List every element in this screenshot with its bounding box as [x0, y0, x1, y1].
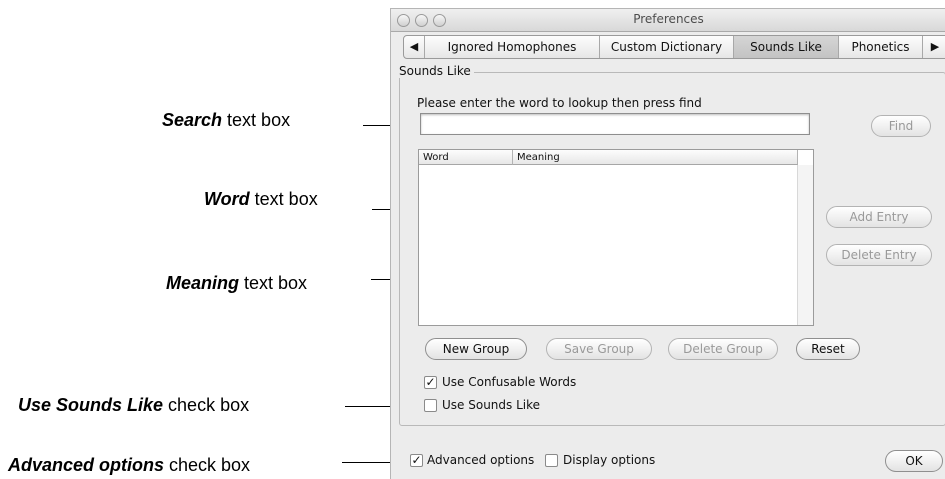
use-sounds-like-label: Use Sounds Like	[442, 398, 541, 412]
callout-search-bold: Search	[162, 110, 223, 130]
tab-sounds-like[interactable]: Sounds Like	[734, 36, 839, 58]
tab-phonetics[interactable]: Phonetics	[839, 36, 923, 58]
tab-custom-dictionary[interactable]: Custom Dictionary	[600, 36, 734, 58]
sounds-like-group-label: Sounds Like	[397, 64, 474, 78]
lookup-prompt: Please enter the word to lookup then pre…	[417, 96, 702, 110]
advanced-options-label: Advanced options	[427, 453, 535, 467]
save-group-button[interactable]: Save Group	[546, 338, 652, 360]
callout-word-bold: Word	[204, 189, 250, 209]
callout-advanced-options-rest: check box	[164, 455, 251, 475]
sounds-like-table[interactable]: Word Meaning	[418, 149, 814, 326]
tab-ignored-homophones[interactable]: Ignored Homophones	[425, 36, 600, 58]
ok-button[interactable]: OK	[885, 450, 943, 472]
callout-meaning: Meaning text box	[166, 273, 307, 294]
callout-use-sounds-like-bold: Use Sounds Like	[18, 395, 164, 415]
callout-meaning-bold: Meaning	[166, 273, 240, 293]
window-title: Preferences	[633, 12, 704, 26]
callout-search: Search text box	[162, 110, 290, 131]
callout-search-rest: text box	[222, 110, 291, 130]
display-options-label: Display options	[563, 453, 656, 467]
callout-use-sounds-like: Use Sounds Like check box	[18, 395, 249, 416]
reset-button[interactable]: Reset	[796, 338, 860, 360]
find-button[interactable]: Find	[871, 115, 931, 137]
tab-scroll-left-icon[interactable]: ◀	[404, 36, 425, 58]
use-confusable-words-checkbox[interactable]: ✓	[424, 376, 437, 389]
tab-bar: ◀ Ignored Homophones Custom Dictionary S…	[403, 35, 945, 59]
column-header-word[interactable]: Word	[419, 150, 513, 165]
advanced-options-checkbox[interactable]: ✓	[410, 454, 423, 467]
callout-word: Word text box	[204, 189, 318, 210]
callout-word-rest: text box	[249, 189, 318, 209]
display-options-checkbox[interactable]	[545, 454, 558, 467]
table-scrollbar[interactable]	[797, 165, 813, 325]
callout-advanced-options-bold: Advanced options	[8, 455, 165, 475]
delete-entry-button[interactable]: Delete Entry	[826, 244, 932, 266]
callout-meaning-rest: text box	[239, 273, 308, 293]
delete-group-button[interactable]: Delete Group	[668, 338, 778, 360]
new-group-button[interactable]: New Group	[425, 338, 527, 360]
callout-advanced-options: Advanced options check box	[8, 455, 250, 476]
search-input[interactable]	[420, 113, 810, 135]
column-header-meaning[interactable]: Meaning	[513, 150, 798, 165]
use-sounds-like-checkbox[interactable]	[424, 399, 437, 412]
preferences-window: Preferences ◀ Ignored Homophones Custom …	[390, 8, 945, 479]
add-entry-button[interactable]: Add Entry	[826, 206, 932, 228]
callout-use-sounds-like-rest: check box	[163, 395, 250, 415]
use-confusable-words-label: Use Confusable Words	[442, 375, 577, 389]
title-bar: Preferences	[391, 9, 945, 32]
tab-scroll-right-icon[interactable]: ▶	[923, 36, 945, 58]
